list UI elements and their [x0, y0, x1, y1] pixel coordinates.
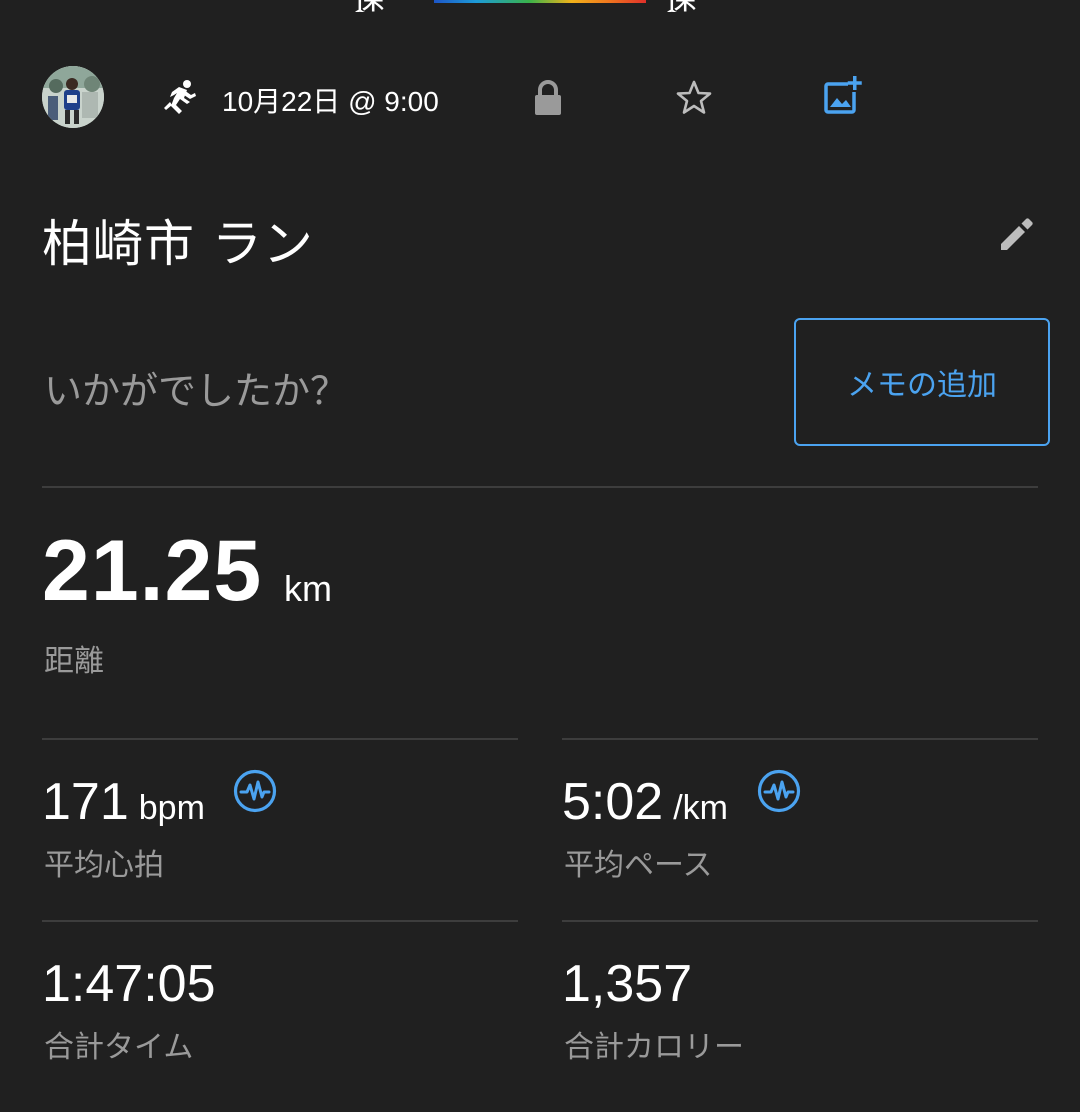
stat-label: 平均心拍: [44, 848, 164, 883]
stat-label: 合計タイム: [44, 1030, 194, 1065]
stat-total-time[interactable]: 1:47:05 合計タイム: [42, 924, 518, 1065]
stat-value: 5:02: [562, 773, 664, 831]
stat-value: 1,357: [562, 955, 693, 1013]
add-photo-icon[interactable]: [820, 74, 864, 118]
intensity-color-bar: [434, 0, 646, 3]
avatar[interactable]: [42, 66, 104, 128]
stat-unit: /km: [673, 789, 728, 827]
stat-avg-heart-rate[interactable]: 171 bpm 平均心拍: [42, 742, 518, 883]
pencil-edit-icon[interactable]: [996, 214, 1036, 254]
divider: [42, 486, 1038, 488]
lock-icon[interactable]: [530, 78, 566, 118]
divider: [562, 738, 1038, 740]
running-icon: [164, 80, 196, 114]
top-cutoff-strip: 速 速: [0, 0, 1080, 12]
distance-label: 距離: [44, 644, 104, 679]
stat-value: 171: [42, 773, 129, 831]
add-memo-button[interactable]: メモの追加: [794, 318, 1050, 446]
divider: [42, 738, 518, 740]
divider: [562, 920, 1038, 922]
stat-label: 合計カロリー: [564, 1030, 744, 1065]
distance-unit: km: [284, 568, 332, 609]
activity-date-time: 10月22日 @ 9:00: [222, 86, 439, 117]
divider: [42, 920, 518, 922]
stat-label: 平均ペース: [564, 848, 713, 883]
stat-value: 1:47:05: [42, 955, 216, 1013]
cutoff-text-right: 速: [664, 0, 698, 12]
heart-rate-icon[interactable]: [232, 768, 278, 814]
memo-prompt: いかがでしたか？: [44, 369, 349, 413]
stat-unit: bpm: [138, 789, 205, 827]
cutoff-text-left: 速: [352, 0, 386, 12]
star-outline-icon[interactable]: [674, 78, 714, 118]
activity-title: 柏崎市 ラン: [42, 215, 314, 273]
stat-total-calories[interactable]: 1,357 合計カロリー: [562, 924, 1038, 1065]
stat-avg-pace[interactable]: 5:02/km 平均ペース: [562, 742, 1038, 883]
distance-value: 21.25: [42, 523, 263, 619]
activity-detail-screen: 速 速 10月22日 @ 9: [0, 0, 1080, 1112]
heart-rate-icon[interactable]: [756, 768, 802, 814]
activity-header: 10月22日 @ 9:00: [42, 66, 1038, 130]
